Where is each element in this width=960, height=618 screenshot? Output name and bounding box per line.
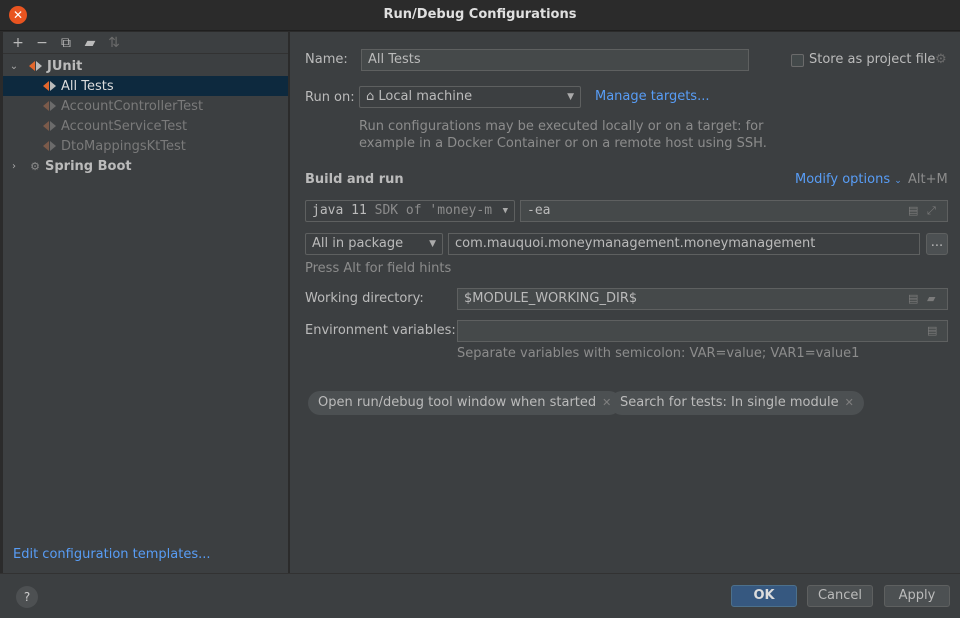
chip-label: Open run/debug tool window when started bbox=[318, 395, 597, 410]
jdk-dropdown[interactable]: java 11 SDK of 'money-m ▼ bbox=[305, 200, 515, 222]
dialog-footer: ? OK Cancel Apply bbox=[0, 573, 960, 618]
browse-package-button[interactable]: ... bbox=[926, 233, 948, 255]
sidebar-toolbar: + − ⧉ ▰ ⇅ bbox=[3, 32, 288, 54]
build-and-run-heading: Build and run bbox=[305, 172, 404, 187]
environment-variables-label: Environment variables: bbox=[305, 323, 456, 338]
run-on-dropdown[interactable]: ⌂ Local machine ▼ bbox=[359, 86, 581, 108]
gear-icon[interactable]: ⚙ bbox=[935, 52, 947, 67]
home-icon: ⌂ bbox=[366, 89, 379, 104]
apply-button[interactable]: Apply bbox=[884, 585, 950, 607]
modify-options-link[interactable]: Modify options ⌄ bbox=[795, 172, 902, 187]
expand-text-icon[interactable]: ▤ bbox=[908, 292, 918, 305]
tree-item-label: AccountControllerTest bbox=[61, 98, 204, 114]
chevron-down-icon: ▼ bbox=[567, 92, 574, 102]
close-icon[interactable]: ✕ bbox=[845, 396, 854, 409]
tree-group-label: JUnit bbox=[47, 58, 83, 74]
name-field[interactable]: All Tests bbox=[361, 49, 749, 71]
working-directory-field[interactable]: $MODULE_WORKING_DIR$ bbox=[457, 288, 948, 310]
fullscreen-icon[interactable]: ⤢ bbox=[927, 204, 936, 218]
chevron-down-icon[interactable]: ⌄ bbox=[7, 61, 21, 72]
chevron-down-icon: ▼ bbox=[429, 239, 436, 249]
add-icon[interactable]: + bbox=[9, 34, 27, 52]
test-kind-value: All in package bbox=[312, 236, 404, 251]
environment-variables-field[interactable] bbox=[457, 320, 948, 342]
option-chip[interactable]: Search for tests: In single module ✕ bbox=[610, 391, 864, 415]
store-as-project-checkbox[interactable] bbox=[791, 54, 804, 67]
run-on-label: Run on: bbox=[305, 90, 355, 105]
tree-group-label: Spring Boot bbox=[45, 158, 132, 174]
vm-options-field[interactable]: -ea bbox=[520, 200, 948, 222]
run-on-hint: example in a Docker Container or on a re… bbox=[359, 136, 767, 151]
expand-text-icon[interactable]: ▤ bbox=[927, 324, 937, 337]
test-kind-dropdown[interactable]: All in package ▼ bbox=[305, 233, 443, 255]
jdk-value: java 11 bbox=[312, 203, 367, 218]
tree-item-label: AccountServiceTest bbox=[61, 118, 188, 134]
chevron-right-icon[interactable]: › bbox=[7, 161, 21, 172]
title-bar: ✕ Run/Debug Configurations bbox=[0, 0, 960, 31]
name-label: Name: bbox=[305, 52, 348, 67]
env-hint: Separate variables with semicolon: VAR=v… bbox=[457, 346, 860, 361]
jdk-detail: SDK of 'money-m bbox=[374, 203, 493, 218]
ok-button[interactable]: OK bbox=[731, 585, 797, 607]
config-tree: ⌄ JUnit All Tests AccountControllerTest … bbox=[3, 54, 288, 176]
manage-targets-link[interactable]: Manage targets... bbox=[595, 89, 709, 104]
junit-icon bbox=[29, 61, 43, 71]
chevron-down-icon: ⌄ bbox=[894, 176, 902, 186]
run-on-value: Local machine bbox=[378, 89, 473, 104]
store-as-project-label[interactable]: Store as project file bbox=[809, 52, 935, 67]
tree-group-junit[interactable]: ⌄ JUnit bbox=[3, 56, 288, 76]
junit-icon bbox=[43, 141, 57, 151]
cancel-button[interactable]: Cancel bbox=[807, 585, 873, 607]
tree-item[interactable]: DtoMappingsKtTest bbox=[3, 136, 288, 156]
remove-icon[interactable]: − bbox=[33, 34, 51, 52]
tree-item-all-tests[interactable]: All Tests bbox=[3, 76, 288, 96]
package-field[interactable]: com.mauquoi.moneymanagement.moneymanagem… bbox=[448, 233, 920, 255]
new-folder-icon[interactable]: ▰ bbox=[81, 34, 99, 52]
tree-item-label: DtoMappingsKtTest bbox=[61, 138, 186, 154]
configurations-sidebar: + − ⧉ ▰ ⇅ ⌄ JUnit All Tests AccountContr… bbox=[3, 32, 289, 573]
help-button[interactable]: ? bbox=[16, 586, 38, 608]
field-hints: Press Alt for field hints bbox=[305, 261, 452, 276]
run-on-hint: Run configurations may be executed local… bbox=[359, 119, 764, 134]
dialog-title: Run/Debug Configurations bbox=[383, 7, 577, 22]
junit-icon bbox=[43, 121, 57, 131]
edit-templates-link[interactable]: Edit configuration templates... bbox=[13, 547, 211, 562]
folder-icon[interactable]: ▰ bbox=[927, 292, 935, 305]
tree-item[interactable]: AccountServiceTest bbox=[3, 116, 288, 136]
spring-boot-icon: ⚙ bbox=[30, 159, 40, 173]
modify-options-shortcut: Alt+M bbox=[908, 172, 948, 187]
option-chip[interactable]: Open run/debug tool window when started ✕ bbox=[308, 391, 622, 415]
tree-item-label: All Tests bbox=[61, 78, 114, 94]
modify-options-label: Modify options bbox=[795, 172, 891, 187]
copy-icon[interactable]: ⧉ bbox=[57, 34, 75, 52]
chip-label: Search for tests: In single module bbox=[620, 395, 839, 410]
tree-group-spring-boot[interactable]: › ⚙ Spring Boot bbox=[3, 156, 288, 176]
expand-text-icon[interactable]: ▤ bbox=[908, 204, 918, 217]
chevron-down-icon: ▼ bbox=[499, 201, 508, 221]
junit-icon bbox=[43, 81, 57, 91]
sort-icon[interactable]: ⇅ bbox=[105, 34, 123, 52]
configuration-form: Name: All Tests Store as project file ⚙ … bbox=[290, 32, 960, 573]
working-directory-label: Working directory: bbox=[305, 291, 424, 306]
tree-item[interactable]: AccountControllerTest bbox=[3, 96, 288, 116]
junit-icon bbox=[43, 101, 57, 111]
